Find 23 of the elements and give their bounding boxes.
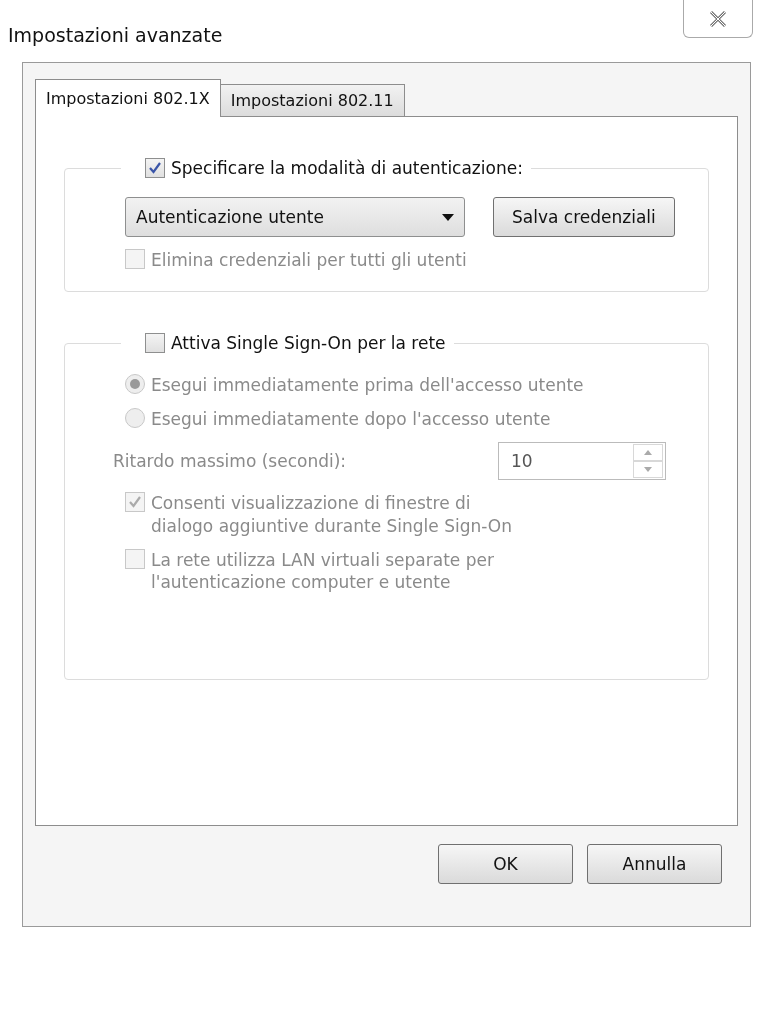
delay-label: Ritardo massimo (secondi): xyxy=(113,450,347,473)
window-title: Impostazioni avanzate xyxy=(8,24,223,46)
checkbox[interactable] xyxy=(145,333,165,354)
down-arrow-icon xyxy=(644,467,652,473)
ok-button[interactable]: OK xyxy=(438,844,573,884)
save-credentials-button[interactable]: Salva credenziali xyxy=(493,197,675,238)
checkbox-label: La rete utilizza LAN virtuali separate per l'autenticazione computer e utente xyxy=(151,548,495,593)
checkbox-label: Consenti visualizzazione di finestre di dialogo aggiuntive durante Single Sign-On xyxy=(151,492,514,537)
checkbox[interactable] xyxy=(145,158,165,179)
up-arrow-icon xyxy=(644,450,652,456)
tab[interactable]: Impostazioni 802.1X xyxy=(35,79,221,117)
checkbox-label: Specificare la modalità di autenticazione: xyxy=(171,157,523,180)
mode-dropdown[interactable]: Autenticazione utente xyxy=(125,197,465,238)
dropdown-arrow-icon xyxy=(442,213,454,221)
cancel-button[interactable]: Annulla xyxy=(587,844,722,884)
close-icon xyxy=(709,10,727,27)
tab[interactable]: Impostazioni 802.11 xyxy=(219,84,405,117)
radio-label: Esegui immediatamente prima dell'accesso utente xyxy=(151,374,584,397)
checkbox-label: Elimina credenziali per tutti gli utenti xyxy=(151,249,467,272)
checkbox-label: Attiva Single Sign-On per la rete xyxy=(171,332,446,355)
close-button[interactable] xyxy=(683,0,753,38)
radio-label: Esegui immediatamente dopo l'accesso utente xyxy=(151,408,551,431)
radio-dot-icon xyxy=(130,379,140,390)
